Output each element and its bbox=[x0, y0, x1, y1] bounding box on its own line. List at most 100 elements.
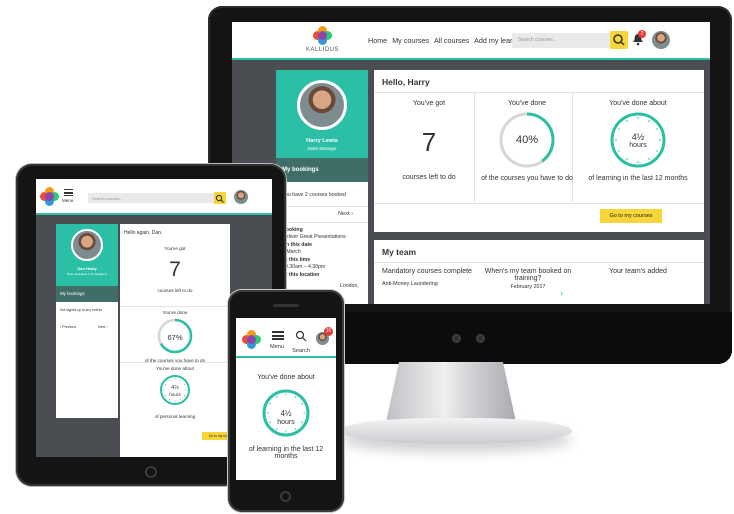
stat-value: 67% bbox=[167, 333, 183, 342]
previous-label: Previous bbox=[62, 325, 77, 329]
search-button[interactable] bbox=[610, 31, 628, 49]
kallidus-logo-icon bbox=[40, 187, 60, 207]
hello-title: Hello, Harry bbox=[382, 77, 430, 87]
phone-speaker bbox=[273, 304, 299, 307]
team-panel: My team Mandatory courses complete Anti-… bbox=[374, 240, 704, 304]
stat-caption: of learning in the last 12 months bbox=[248, 446, 324, 460]
stat-value: 40% bbox=[515, 134, 539, 146]
next-button[interactable]: Next › bbox=[98, 325, 108, 329]
profile-card: Dan Healy Peer developer (UX designer) bbox=[56, 224, 118, 286]
stat-caption: of the courses you have to do bbox=[481, 175, 573, 182]
greeting: Hello again, Dan. bbox=[124, 230, 163, 236]
search-button[interactable]: Search bbox=[292, 329, 310, 354]
monitor-stand-neck bbox=[386, 362, 516, 422]
profile-photo bbox=[297, 80, 347, 130]
menu-label: Menu bbox=[62, 198, 74, 203]
tablet-main: Hello again, Dan. You've got 7 courses l… bbox=[120, 224, 242, 457]
stat-courses-left: You've got 7 courses left to do bbox=[120, 246, 230, 293]
next-label: Next bbox=[338, 211, 350, 217]
desktop-header: KALLIDUS Home My courses All courses Add… bbox=[232, 22, 710, 60]
notification-badge: 10 bbox=[324, 327, 333, 336]
chevron-right-icon[interactable]: › bbox=[560, 288, 563, 298]
stat-hours: You've done about 4½ hours of personal l… bbox=[120, 366, 230, 419]
nav-all-courses[interactable]: All courses bbox=[434, 36, 469, 45]
hamburger-icon bbox=[272, 331, 284, 340]
monitor-sensor-dot bbox=[476, 334, 485, 343]
user-avatar[interactable] bbox=[650, 29, 672, 51]
nav-my-courses[interactable]: My courses bbox=[392, 36, 429, 45]
team-item[interactable]: Anti-Money Laundering bbox=[382, 281, 472, 287]
stat-unit: hours bbox=[169, 392, 181, 397]
booking-course[interactable]: Deliver Great Presentations bbox=[282, 234, 366, 241]
bookings-title: My bookings bbox=[276, 158, 368, 182]
stat-heading: You've done about bbox=[156, 366, 194, 371]
main-nav: Home My courses All courses Add my learn… bbox=[368, 36, 531, 45]
team-heading: When's my team booked on training? bbox=[484, 268, 572, 282]
bookings-next-button[interactable]: Next › bbox=[338, 211, 353, 218]
stat-caption: of learning in the last 12 months bbox=[588, 175, 688, 182]
profile-sidebar: Harry Lewis Sales Manager My bookings Yo… bbox=[276, 70, 368, 304]
team-bookings: When's my team booked on training? Febru… bbox=[480, 268, 576, 290]
notification-badge: 2 bbox=[638, 30, 646, 38]
phone-home-button bbox=[280, 491, 291, 502]
search-icon bbox=[613, 34, 625, 46]
stat-hours: You've done about 4½ hours of learning i… bbox=[575, 100, 701, 182]
notifications-button[interactable]: 2 bbox=[632, 30, 646, 49]
bookings-summary: Not signed up to any events bbox=[60, 308, 103, 312]
divider bbox=[120, 306, 230, 307]
team-heading: Mandatory courses complete bbox=[382, 268, 472, 275]
stat-heading: You've got bbox=[412, 100, 446, 107]
divider bbox=[374, 92, 704, 93]
profile-role: Peer developer (UX designer) bbox=[67, 272, 107, 276]
stat-heading: You've done bbox=[162, 310, 188, 315]
search-input[interactable]: Search courses... bbox=[512, 33, 624, 48]
stat-caption: courses left to do bbox=[157, 288, 193, 293]
brand-name: KALLIDUS bbox=[306, 47, 340, 53]
stat-value: 4½ bbox=[280, 409, 292, 418]
team-heading: Your team's added bbox=[609, 268, 667, 275]
search-input[interactable]: Search courses... bbox=[88, 193, 216, 203]
search-icon bbox=[215, 194, 224, 203]
profile-role: Sales Manager bbox=[307, 146, 337, 151]
date-value: 6 March bbox=[282, 248, 301, 255]
menu-label: Menu bbox=[270, 344, 284, 350]
team-mandatory: Mandatory courses complete Anti-Money La… bbox=[382, 268, 472, 287]
stat-percent-done: You've done 67% of the courses you have … bbox=[120, 310, 230, 363]
divider bbox=[276, 222, 368, 223]
stat-value: 4½ bbox=[171, 385, 179, 391]
desktop-screen: KALLIDUS Home My courses All courses Add… bbox=[232, 22, 710, 304]
stat-hours: You've done about 4½ hours of learning i… bbox=[236, 360, 336, 480]
divider bbox=[374, 262, 704, 263]
location-label: At this location bbox=[282, 272, 320, 278]
phone-header: Menu Search 10 bbox=[236, 318, 336, 358]
go-to-courses-button[interactable]: Go to my courses bbox=[600, 209, 662, 223]
previous-button[interactable]: ‹ Previous bbox=[60, 325, 76, 329]
tablet-sidebar: Dan Healy Peer developer (UX designer) M… bbox=[56, 224, 118, 418]
bookings-title: My bookings bbox=[56, 286, 118, 302]
time-value: 10.30am – 4.30pm bbox=[282, 263, 326, 270]
profile-name: Harry Lewis bbox=[306, 138, 338, 144]
stat-unit: hours bbox=[277, 419, 295, 426]
monitor-sensor-dot bbox=[452, 334, 461, 343]
profile-photo bbox=[71, 229, 103, 261]
stat-percent-done: You've done 40% of the courses you have … bbox=[478, 100, 576, 182]
bookings-summary: You have 2 courses booked bbox=[282, 192, 346, 198]
stat-value: 7 bbox=[421, 127, 437, 157]
search-label: Search bbox=[292, 348, 310, 354]
profile-name: Dan Healy bbox=[77, 266, 97, 271]
kallidus-logo-icon bbox=[310, 25, 336, 47]
stat-value: 4½ bbox=[631, 132, 645, 142]
stat-caption: courses left to do bbox=[402, 174, 456, 181]
kallidus-logo-icon bbox=[242, 330, 262, 350]
nav-home[interactable]: Home bbox=[368, 36, 387, 45]
stat-heading: You've done about bbox=[609, 100, 667, 107]
next-label: Next bbox=[98, 325, 106, 329]
team-title: My team bbox=[382, 247, 417, 257]
user-avatar[interactable] bbox=[232, 188, 250, 206]
stat-caption: of personal learning bbox=[154, 414, 196, 419]
stat-unit: hours bbox=[629, 142, 647, 149]
team-added: Your team's added bbox=[582, 268, 694, 275]
profile-card: Harry Lewis Sales Manager bbox=[276, 70, 368, 158]
search-button[interactable] bbox=[214, 192, 226, 204]
tablet-home-button bbox=[145, 466, 157, 478]
